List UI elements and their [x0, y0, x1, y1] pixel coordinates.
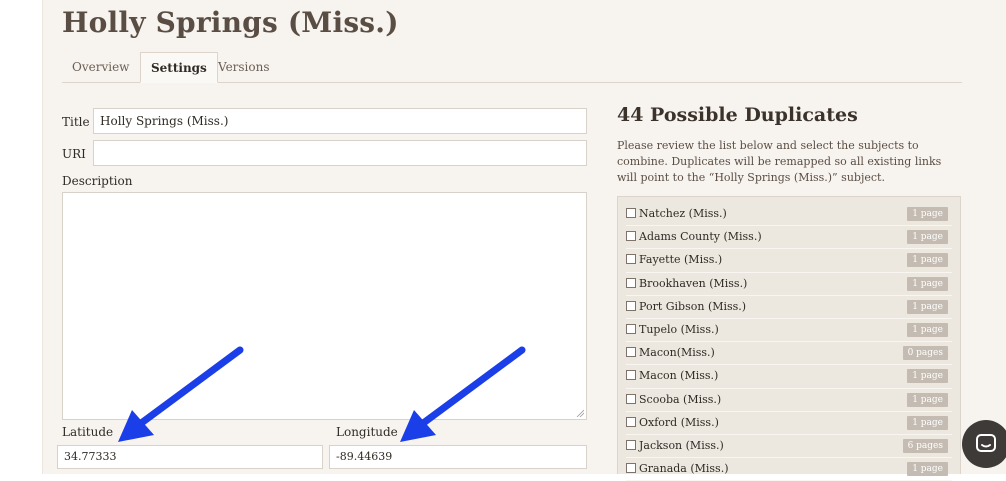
tab-settings[interactable]: Settings	[140, 52, 218, 83]
latitude-label: Latitude	[62, 425, 114, 439]
duplicates-list: Natchez (Miss.) 1 page Adams County (Miss…	[617, 196, 961, 481]
duplicate-label: Brookhaven (Miss.)	[639, 276, 748, 290]
uri-input[interactable]	[93, 140, 587, 166]
page-count-badge: 1 page	[907, 207, 948, 221]
list-item[interactable]: Macon (Miss.) 1 page	[626, 365, 952, 389]
description-text	[63, 193, 586, 201]
page-count-badge: 1 page	[907, 276, 948, 291]
checkbox[interactable]	[626, 323, 636, 334]
page-count-badge: 1 page	[907, 253, 948, 268]
duplicate-label: Tupelo (Miss.)	[639, 322, 719, 336]
latitude-input[interactable]: 34.77333	[57, 445, 323, 469]
duplicates-description: Please review the list below and select …	[617, 139, 942, 184]
duplicate-label: Scooba (Miss.)	[639, 392, 722, 406]
checkbox[interactable]	[626, 300, 636, 311]
list-item[interactable]: Scooba (Miss.) 1 page	[626, 389, 952, 412]
arrow-annotation-icon	[118, 346, 244, 442]
checkbox[interactable]	[626, 347, 636, 358]
list-item[interactable]: Oxford (Miss.) 1 page	[626, 412, 952, 435]
resize-grip-icon[interactable]	[576, 409, 584, 417]
chat-button[interactable]	[962, 420, 1006, 468]
checkbox[interactable]	[626, 439, 636, 450]
duplicate-label: Port Gibson (Miss.)	[639, 299, 747, 313]
checkbox[interactable]	[626, 254, 636, 265]
list-item[interactable]: Jackson (Miss.) 6 pages	[626, 435, 952, 459]
page-count-badge: 1 page	[907, 230, 948, 245]
longitude-input[interactable]: -89.44639	[329, 445, 587, 469]
duplicate-label: Jackson (Miss.)	[639, 438, 724, 452]
checkbox[interactable]	[626, 231, 636, 242]
checkbox[interactable]	[626, 393, 636, 404]
tab-bar: Overview Settings Versions	[62, 52, 962, 83]
checkbox[interactable]	[626, 370, 636, 381]
checkbox[interactable]	[626, 208, 636, 218]
list-item[interactable]: Tupelo (Miss.) 1 page	[626, 319, 952, 343]
list-item[interactable]: Natchez (Miss.) 1 page	[626, 203, 952, 227]
checkbox[interactable]	[626, 277, 636, 288]
page-count-badge: 1 page	[907, 392, 948, 407]
list-item[interactable]: Fayette (Miss.) 1 page	[626, 249, 952, 273]
title-label: Title	[62, 115, 90, 129]
duplicates-heading: 44 Possible Duplicates	[617, 104, 858, 126]
duplicate-label: Macon(Miss.)	[639, 346, 715, 360]
duplicate-label: Macon (Miss.)	[639, 369, 719, 383]
list-item[interactable]: Adams County (Miss.) 1 page	[626, 226, 952, 250]
duplicate-label: Fayette (Miss.)	[639, 253, 723, 267]
arrow-annotation-icon	[400, 346, 526, 442]
duplicate-label: Natchez (Miss.)	[639, 207, 727, 220]
uri-label: URI	[62, 147, 86, 161]
page-count-badge: 1 page	[907, 415, 948, 430]
list-item[interactable]: Port Gibson (Miss.) 1 page	[626, 296, 952, 319]
page-count-badge: 0 pages	[902, 346, 948, 361]
checkbox[interactable]	[626, 416, 636, 427]
list-item[interactable]: Macon(Miss.) 0 pages	[626, 342, 952, 366]
page-count-badge: 1 page	[907, 322, 948, 337]
page-count-badge: 1 page	[907, 299, 948, 314]
page-title: Holly Springs (Miss.)	[62, 6, 399, 39]
checkbox[interactable]	[626, 463, 636, 474]
duplicate-label: Adams County (Miss.)	[639, 230, 762, 244]
duplicate-label: Granada (Miss.)	[639, 462, 729, 476]
list-item[interactable]: Granada (Miss.) 1 page	[626, 458, 952, 481]
list-item[interactable]: Brookhaven (Miss.) 1 page	[626, 273, 952, 296]
duplicate-label: Oxford (Miss.)	[639, 415, 719, 429]
tab-overview[interactable]: Overview	[62, 52, 139, 82]
chat-bubble-icon	[976, 434, 996, 452]
title-input[interactable]: Holly Springs (Miss.)	[93, 108, 587, 134]
description-label: Description	[62, 174, 133, 188]
longitude-label: Longitude	[336, 425, 398, 439]
page-count-badge: 6 pages	[902, 438, 948, 453]
page-count-badge: 1 page	[907, 369, 948, 384]
tab-versions[interactable]: Versions	[208, 52, 280, 82]
